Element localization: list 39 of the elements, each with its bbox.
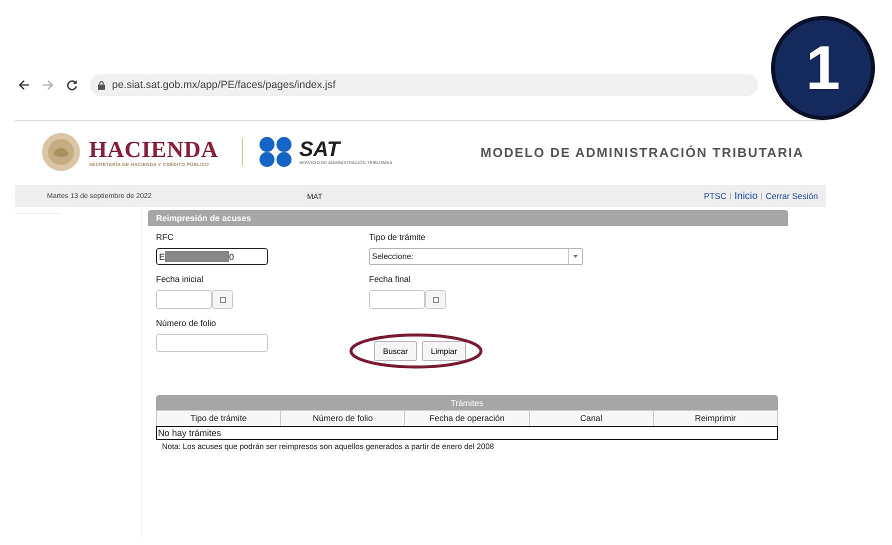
field-label: RFC	[156, 231, 174, 243]
table-title-bar: Trámites	[156, 395, 778, 410]
dots-logo-icon	[259, 137, 294, 167]
field-label: Fecha inicial	[156, 273, 204, 285]
calendar-button[interactable]	[425, 290, 446, 309]
nav-link[interactable]: Cerrar Sesión	[766, 191, 818, 201]
calendar-icon	[432, 296, 438, 302]
sat-logo-text: SAT	[299, 140, 342, 160]
nav-link[interactable]: PTSC	[704, 191, 727, 201]
field-label: Tipo de trámite	[369, 231, 426, 243]
column-header: Canal	[528, 411, 653, 426]
column-header: Número de folio	[280, 411, 404, 426]
empty-message: No hay trámites	[156, 426, 778, 440]
procedure-type-dropdown[interactable]: Seleccione:	[369, 248, 583, 265]
calendar-button[interactable]	[212, 290, 233, 309]
forward-icon[interactable]	[42, 79, 54, 91]
field-label: Fecha final	[369, 273, 412, 285]
folio-field[interactable]	[156, 334, 268, 352]
step-badge: 1	[771, 16, 875, 120]
date-field[interactable]	[369, 290, 425, 309]
search-button[interactable]: Buscar	[374, 341, 417, 361]
site-title: MODELO DE ADMINISTRACIÓN TRIBUTARIA	[480, 144, 804, 160]
clear-button[interactable]: Limpiar	[422, 341, 466, 361]
rfc-field[interactable]: E 0	[156, 248, 268, 265]
column-header: Tipo de trámite	[189, 412, 248, 425]
hacienda-logo-text: HACIENDA	[89, 138, 218, 162]
panel-title-bar: Reimpresión de acuses	[148, 210, 788, 226]
field-label: Número de folio	[156, 317, 218, 329]
caret-icon	[573, 255, 578, 258]
lock-icon	[98, 80, 105, 90]
back-icon[interactable]	[18, 79, 30, 91]
column-header: Reimprimir	[652, 411, 778, 426]
address-bar[interactable]: pe.siat.sat.gob.mx/app/PE/faces/pages/index.jsf	[90, 74, 758, 96]
seal-icon	[41, 132, 81, 172]
nav-link[interactable]: Inicio	[734, 190, 758, 202]
date-field[interactable]	[156, 290, 212, 309]
column-header: Fecha de operación	[404, 411, 529, 426]
calendar-icon	[220, 296, 226, 302]
reload-icon[interactable]	[66, 79, 78, 91]
